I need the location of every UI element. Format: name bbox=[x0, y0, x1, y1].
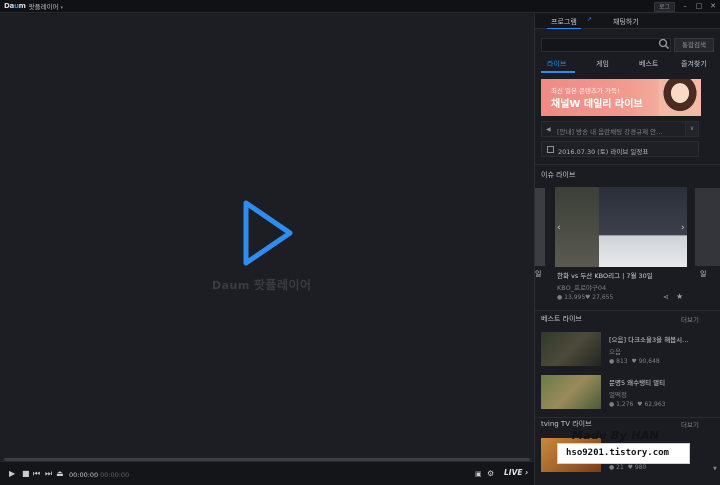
notice-expand-button[interactable]: ∨ bbox=[685, 121, 699, 137]
viewer-count: ● 13,995 bbox=[557, 294, 586, 301]
side-tabs: 프로그램 ↗ 채팅하기 bbox=[535, 14, 720, 29]
tving-live-heading: tving TV 라이브 bbox=[541, 420, 592, 428]
minimize-button[interactable]: – bbox=[681, 1, 689, 12]
issue-card-channel[interactable]: KBO_프로야구04 bbox=[557, 282, 606, 292]
divider bbox=[535, 417, 720, 418]
play-icon[interactable] bbox=[240, 197, 296, 269]
list-item[interactable]: [으음] 다크소울3을 해봅시... 으음 ● 813 ♥ 90,648 bbox=[535, 332, 720, 372]
eject-icon[interactable]: ⏏ bbox=[56, 470, 64, 478]
list-item[interactable]: 문명5 왜수탱티 멀티 얼떡정 ● 1,276 ♥ 62,963 bbox=[535, 375, 720, 415]
divider bbox=[535, 310, 720, 311]
list-thumbnail bbox=[541, 375, 601, 409]
banner-subtitle: 최신 일본 콘텐츠가 가득! bbox=[551, 87, 620, 95]
gear-icon[interactable]: ⚙ bbox=[487, 470, 494, 478]
list-stats: ● 21 ♥ 980 bbox=[609, 464, 647, 471]
banner-title: 채널W 데일리 라이브 bbox=[551, 99, 643, 110]
app-title-menu[interactable]: 팟플레이어 ▾ bbox=[29, 1, 63, 11]
star-icon[interactable]: ★ bbox=[676, 292, 683, 301]
external-link-icon[interactable]: ↗ bbox=[587, 16, 592, 23]
tab-game[interactable]: 게임 bbox=[596, 59, 609, 69]
chevron-down-icon: ▾ bbox=[60, 5, 64, 11]
list-channel: 으음 bbox=[609, 348, 621, 356]
list-title: [으음] 다크소울3을 해봅시... bbox=[609, 336, 689, 344]
divider bbox=[535, 164, 720, 165]
tab-live[interactable]: 라이브 bbox=[547, 59, 566, 69]
next-button[interactable]: ⏭ bbox=[45, 470, 52, 478]
made-by-text: Made By HAN bbox=[572, 429, 660, 442]
schedule-link[interactable]: 2016.07.30 (토) 라이브 일정표 bbox=[541, 141, 699, 157]
stop-button[interactable]: ■ bbox=[22, 470, 30, 478]
issue-live-card[interactable] bbox=[555, 187, 687, 267]
app-logo[interactable]: Daum bbox=[4, 2, 26, 10]
time-total: 00:00:00 bbox=[100, 471, 130, 479]
issue-card-next-label: 일 bbox=[700, 270, 707, 278]
side-panel: 프로그램 ↗ 채팅하기 통합검색 라이브 게임 베스트 즐겨찾기 최신 일본 콘… bbox=[534, 14, 720, 485]
live-toggle-button[interactable]: LIVE › bbox=[504, 468, 528, 477]
tab-best[interactable]: 베스트 bbox=[639, 59, 658, 69]
schedule-text: 2016.07.30 (토) 라이브 일정표 bbox=[558, 148, 649, 156]
list-stats: ● 813 ♥ 90,648 bbox=[609, 358, 660, 365]
category-tabs: 라이브 게임 베스트 즐겨찾기 bbox=[535, 57, 720, 73]
share-icon[interactable]: ⋖ bbox=[663, 293, 669, 301]
card-thumbnail-left bbox=[555, 187, 599, 267]
calendar-icon bbox=[547, 146, 554, 153]
scroll-down-icon[interactable]: ▼ bbox=[713, 466, 717, 472]
tab-favorites[interactable]: 즐겨찾기 bbox=[681, 59, 707, 69]
issue-card-prev-label: 일 bbox=[535, 270, 542, 278]
notice-text: [안내] 방송 내 음란채팅 강경규제 안... bbox=[557, 128, 663, 136]
active-tab-indicator bbox=[541, 71, 575, 73]
time-separator: / bbox=[94, 471, 97, 479]
like-count: ♥ 27,655 bbox=[585, 294, 614, 301]
search-icon[interactable] bbox=[657, 37, 671, 51]
issue-live-heading: 이슈 라이브 bbox=[541, 171, 576, 179]
carousel-next-icon[interactable]: › bbox=[681, 223, 685, 233]
tab-chat[interactable]: 채팅하기 bbox=[613, 17, 639, 27]
title-bar: Daum 팟플레이어 ▾ 로그 – □ ✕ bbox=[0, 0, 720, 13]
previous-button[interactable]: ⏮ bbox=[33, 470, 40, 478]
tving-more-link[interactable]: 더보기 bbox=[681, 419, 699, 429]
integrated-search-button[interactable]: 통합검색 bbox=[674, 38, 714, 52]
best-live-heading: 베스트 라이브 bbox=[541, 315, 582, 323]
blog-url-text: hso9201.tistory.com bbox=[566, 448, 669, 458]
issue-card-prev-peek[interactable] bbox=[535, 188, 545, 266]
list-channel: 얼떡정 bbox=[609, 391, 627, 399]
play-button[interactable]: ▶ bbox=[9, 470, 15, 478]
maximize-button[interactable]: □ bbox=[695, 1, 703, 12]
list-thumbnail bbox=[541, 332, 601, 366]
megaphone-icon: ◀ bbox=[546, 126, 551, 133]
banner-image bbox=[659, 79, 701, 116]
card-thumbnail bbox=[599, 187, 687, 267]
control-bar: ▶ ■ ⏮ ⏭ ⏏ 00:00:00 / 00:00:00 ▣ ⚙ LIVE › bbox=[0, 461, 534, 485]
issue-card-title[interactable]: 한화 vs 두산 KBO리그 | 7월 30일 bbox=[557, 270, 653, 280]
screen-icon[interactable]: ▣ bbox=[475, 470, 482, 478]
carousel-prev-icon[interactable]: ‹ bbox=[557, 223, 561, 233]
promo-banner[interactable]: 최신 일본 콘텐츠가 가득! 채널W 데일리 라이브 bbox=[541, 79, 701, 116]
best-live-more-link[interactable]: 더보기 bbox=[681, 314, 699, 324]
close-button[interactable]: ✕ bbox=[709, 1, 717, 12]
video-player[interactable]: Daum팟플레이어 ◀) bbox=[0, 14, 534, 485]
issue-card-next-peek[interactable] bbox=[695, 188, 720, 266]
notice-bar[interactable]: ◀ [안내] 방송 내 음란채팅 강경규제 안... bbox=[541, 121, 699, 137]
list-stats: ● 1,276 ♥ 62,963 bbox=[609, 401, 666, 408]
login-button[interactable]: 로그 bbox=[653, 1, 675, 12]
list-title: 문명5 왜수탱티 멀티 bbox=[609, 379, 666, 387]
search-input[interactable] bbox=[541, 38, 671, 52]
tab-program[interactable]: 프로그램 bbox=[547, 17, 581, 29]
player-watermark: Daum 팟플레이어 bbox=[212, 278, 312, 292]
